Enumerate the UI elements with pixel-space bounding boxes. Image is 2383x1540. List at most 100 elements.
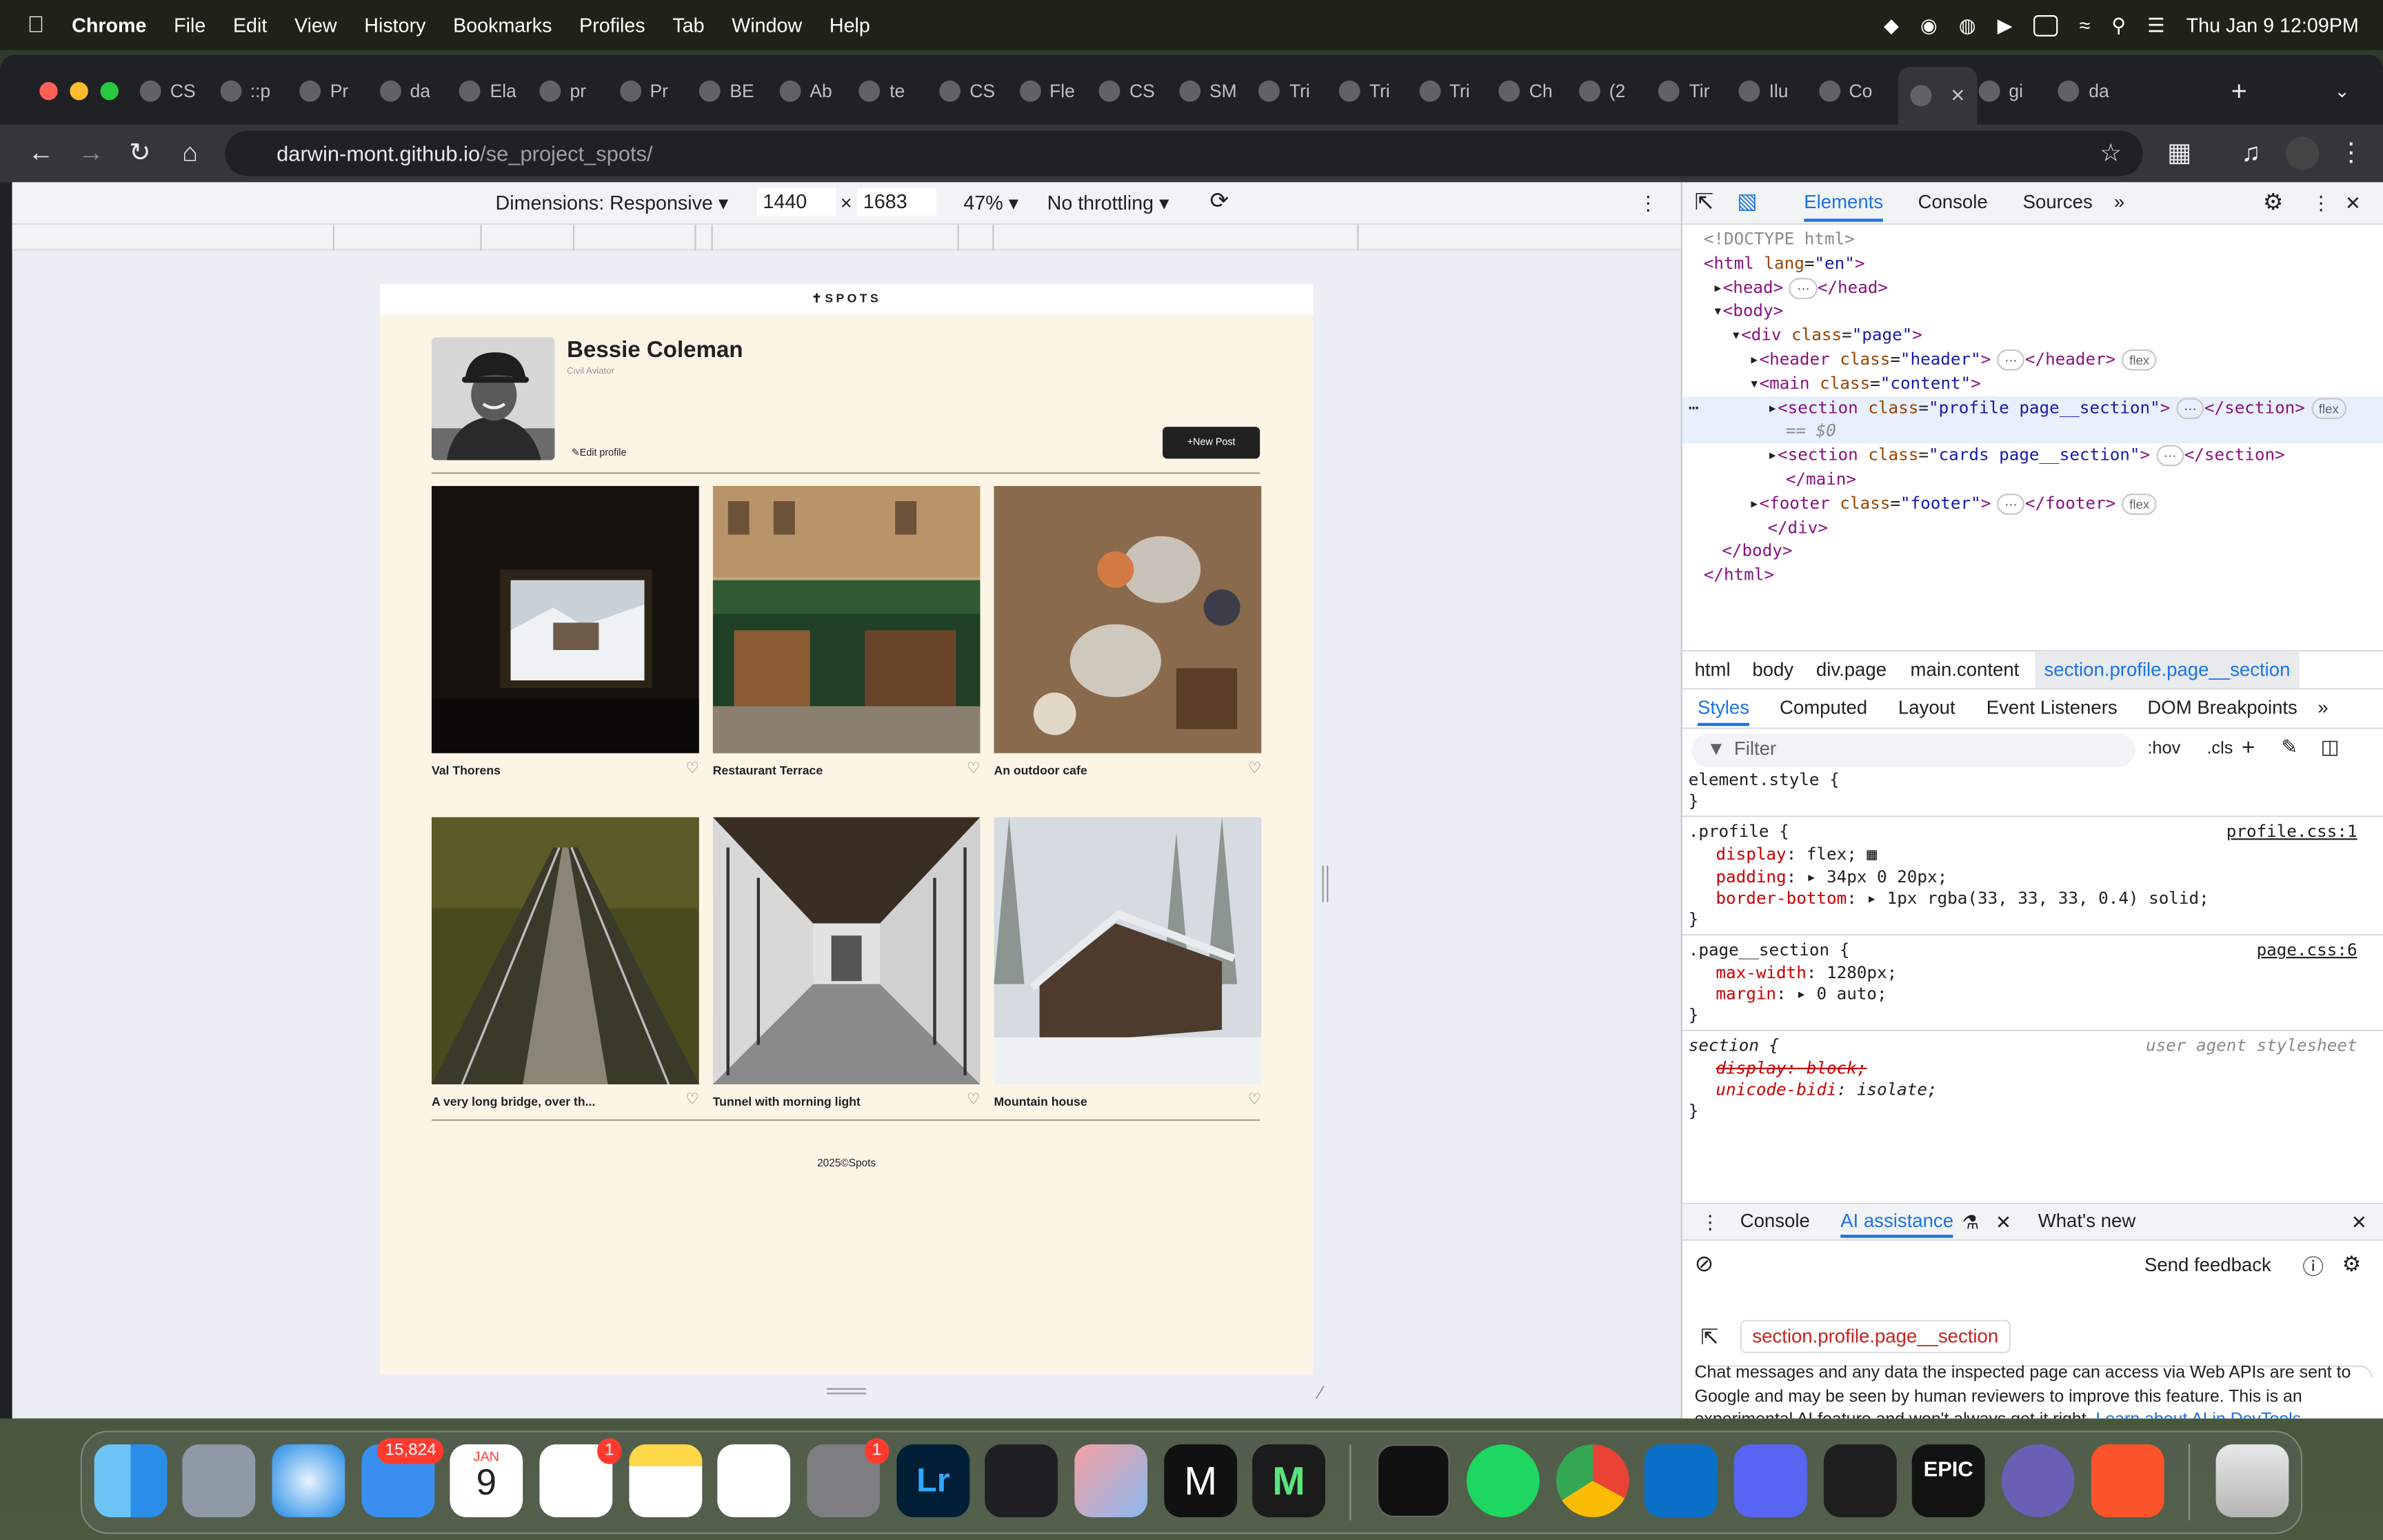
- chrome-dock-icon[interactable]: [1556, 1444, 1629, 1517]
- like-heart-icon[interactable]: ♡: [685, 761, 699, 778]
- card-image[interactable]: [712, 817, 981, 1085]
- dom-node-line[interactable]: ▸<section class="profile page__section">…: [1682, 396, 2383, 420]
- decl-max-width[interactable]: max-width: 1280px;: [1716, 963, 1897, 985]
- figma-icon[interactable]: [1823, 1444, 1897, 1517]
- dimensions-dropdown[interactable]: Dimensions: Responsive ▾: [496, 192, 729, 216]
- notes-icon[interactable]: [629, 1444, 703, 1517]
- battery-icon[interactable]: [2033, 14, 2058, 36]
- zoom-window-button[interactable]: [100, 81, 119, 101]
- tab-elements[interactable]: Elements: [1804, 192, 1884, 222]
- card-image[interactable]: [994, 817, 1262, 1085]
- back-arrow-icon[interactable]: ←: [24, 136, 57, 170]
- menu-window[interactable]: Window: [732, 14, 802, 37]
- menu-tab[interactable]: Tab: [672, 14, 704, 37]
- tab-computed[interactable]: Computed: [1780, 697, 1867, 718]
- like-heart-icon[interactable]: ♡: [685, 1092, 699, 1108]
- edit-profile-button[interactable]: ✎Edit profile: [572, 447, 627, 458]
- vscode-icon[interactable]: [1644, 1444, 1718, 1517]
- dom-node-line[interactable]: </div>: [1767, 516, 1828, 540]
- browser-tab[interactable]: Pr: [619, 76, 668, 106]
- dom-node-line[interactable]: == $0: [1682, 419, 2383, 444]
- devtools-settings-gear-icon[interactable]: ⚙: [2263, 188, 2284, 215]
- crumb-section-profile[interactable]: section.profile.page__section: [2035, 651, 2300, 689]
- new-post-button[interactable]: +New Post: [1163, 427, 1260, 459]
- flexbox-editor-icon[interactable]: ▦: [1867, 844, 1877, 864]
- dom-node-line[interactable]: ▸<footer class="footer"> ⋯ </footer> flex: [1749, 492, 2158, 516]
- chrome-menu-kebab-icon[interactable]: ⋮: [2334, 136, 2367, 170]
- menu-help[interactable]: Help: [829, 14, 870, 37]
- site-logo[interactable]: SPOTS: [825, 292, 881, 305]
- dom-node-line[interactable]: <html lang="en">: [1704, 252, 1865, 276]
- discord-icon[interactable]: [1733, 1444, 1807, 1517]
- device-toolbar-more-icon[interactable]: ⋮: [1638, 192, 1658, 216]
- tab-search-chevron-icon[interactable]: ⌄: [2334, 76, 2349, 106]
- address-bar[interactable]: darwin-mont.github.io/se_project_spots/ …: [225, 130, 2143, 176]
- home-icon[interactable]: ⌂: [173, 136, 206, 170]
- devtools-kebab-icon[interactable]: ⋮: [2311, 192, 2331, 214]
- browser-tab[interactable]: Pr: [299, 76, 348, 106]
- rule-page-section-source[interactable]: page.css:6: [2257, 940, 2357, 962]
- browser-tab[interactable]: CS: [1098, 76, 1155, 106]
- browser-tab[interactable]: ::p: [219, 76, 270, 106]
- throttle-dropdown[interactable]: No throttling ▾: [1047, 192, 1169, 216]
- like-heart-icon[interactable]: ♡: [1248, 1092, 1262, 1108]
- control-center-icon[interactable]: ☰: [2147, 13, 2165, 37]
- browser-tab[interactable]: Ch: [1498, 76, 1553, 106]
- browser-tab[interactable]: Tri: [1258, 76, 1310, 106]
- wifi-icon[interactable]: ≈: [2080, 14, 2091, 37]
- tab-event-listeners[interactable]: Event Listeners: [1987, 697, 2118, 718]
- malwarebytes-status-icon[interactable]: ◉: [1920, 13, 1938, 37]
- brave-icon[interactable]: [2091, 1444, 2164, 1517]
- browser-tab[interactable]: gi: [1978, 76, 2023, 106]
- menu-view[interactable]: View: [294, 14, 337, 37]
- browser-tab[interactable]: Ilu: [1738, 76, 1789, 106]
- cursor-app-icon[interactable]: M: [1164, 1444, 1238, 1517]
- card-image[interactable]: [994, 486, 1262, 753]
- new-tab-plus-icon[interactable]: +: [2231, 76, 2247, 106]
- menu-app-chrome[interactable]: Chrome: [72, 14, 146, 37]
- media-control-icon[interactable]: ♫: [2234, 136, 2267, 170]
- browser-tab[interactable]: Tri: [1338, 76, 1390, 106]
- dom-node-line[interactable]: <!DOCTYPE html>: [1704, 227, 1855, 252]
- viewport-height-input[interactable]: 1683: [857, 188, 936, 216]
- browser-tab[interactable]: CS: [939, 76, 995, 106]
- browser-tab[interactable]: Fle: [1019, 76, 1075, 106]
- ai-context-chip[interactable]: section.profile.page__section: [1740, 1319, 2011, 1354]
- terminal-icon[interactable]: [1376, 1444, 1450, 1517]
- reload-icon[interactable]: ↻: [123, 136, 157, 170]
- close-drawer-icon[interactable]: ✕: [2351, 1210, 2367, 1233]
- hov-toggle[interactable]: :hov: [2147, 740, 2180, 758]
- lightroom-icon[interactable]: Lr: [896, 1444, 970, 1517]
- forward-arrow-icon[interactable]: →: [74, 136, 108, 170]
- browser-tab[interactable]: Co: [1818, 76, 1872, 106]
- drawer-kebab-icon[interactable]: ⋮: [1700, 1210, 1720, 1233]
- close-tab-icon[interactable]: ✕: [1950, 85, 1965, 106]
- rule-profile-source[interactable]: profile.css:1: [2226, 822, 2357, 844]
- dom-node-line[interactable]: </main>: [1786, 468, 1856, 492]
- finder-icon[interactable]: [94, 1444, 168, 1517]
- rule-section-selector[interactable]: section {: [1689, 1036, 1779, 1058]
- more-subtabs-chevron-icon[interactable]: »: [2317, 697, 2328, 718]
- menu-bookmarks[interactable]: Bookmarks: [453, 14, 552, 37]
- viewport-resize-handle[interactable]: [1322, 865, 1329, 902]
- like-heart-icon[interactable]: ♡: [967, 1092, 981, 1108]
- dom-node-line[interactable]: ▾<main class="content">: [1749, 372, 1981, 396]
- dom-node-line[interactable]: </html>: [1704, 564, 1774, 588]
- browser-tab[interactable]: da: [379, 76, 430, 106]
- browser-tab[interactable]: (2: [1578, 76, 1625, 106]
- close-window-button[interactable]: [39, 81, 58, 101]
- davinci-resolve-icon[interactable]: [985, 1444, 1058, 1517]
- vpn-status-icon[interactable]: ◍: [1959, 13, 1976, 37]
- trash-icon[interactable]: [2215, 1444, 2289, 1517]
- ai-settings-gear-icon[interactable]: ⚙: [2342, 1251, 2362, 1277]
- crumb-div-page[interactable]: div.page: [1816, 659, 1887, 680]
- new-style-rule-plus-icon[interactable]: +: [2242, 735, 2255, 760]
- like-heart-icon[interactable]: ♡: [1248, 761, 1262, 778]
- drawer-tab-whats-new[interactable]: What's new: [2038, 1210, 2136, 1232]
- card-image[interactable]: [431, 486, 699, 753]
- inspect-element-icon[interactable]: ⇱: [1695, 188, 1714, 215]
- clear-chat-icon[interactable]: ⊘: [1695, 1250, 1714, 1277]
- epic-games-icon[interactable]: EPIC: [1911, 1444, 1985, 1517]
- device-toolbar-toggle-icon[interactable]: ▧: [1737, 188, 1757, 214]
- dom-node-menu-icon[interactable]: ⋯: [1689, 396, 1699, 420]
